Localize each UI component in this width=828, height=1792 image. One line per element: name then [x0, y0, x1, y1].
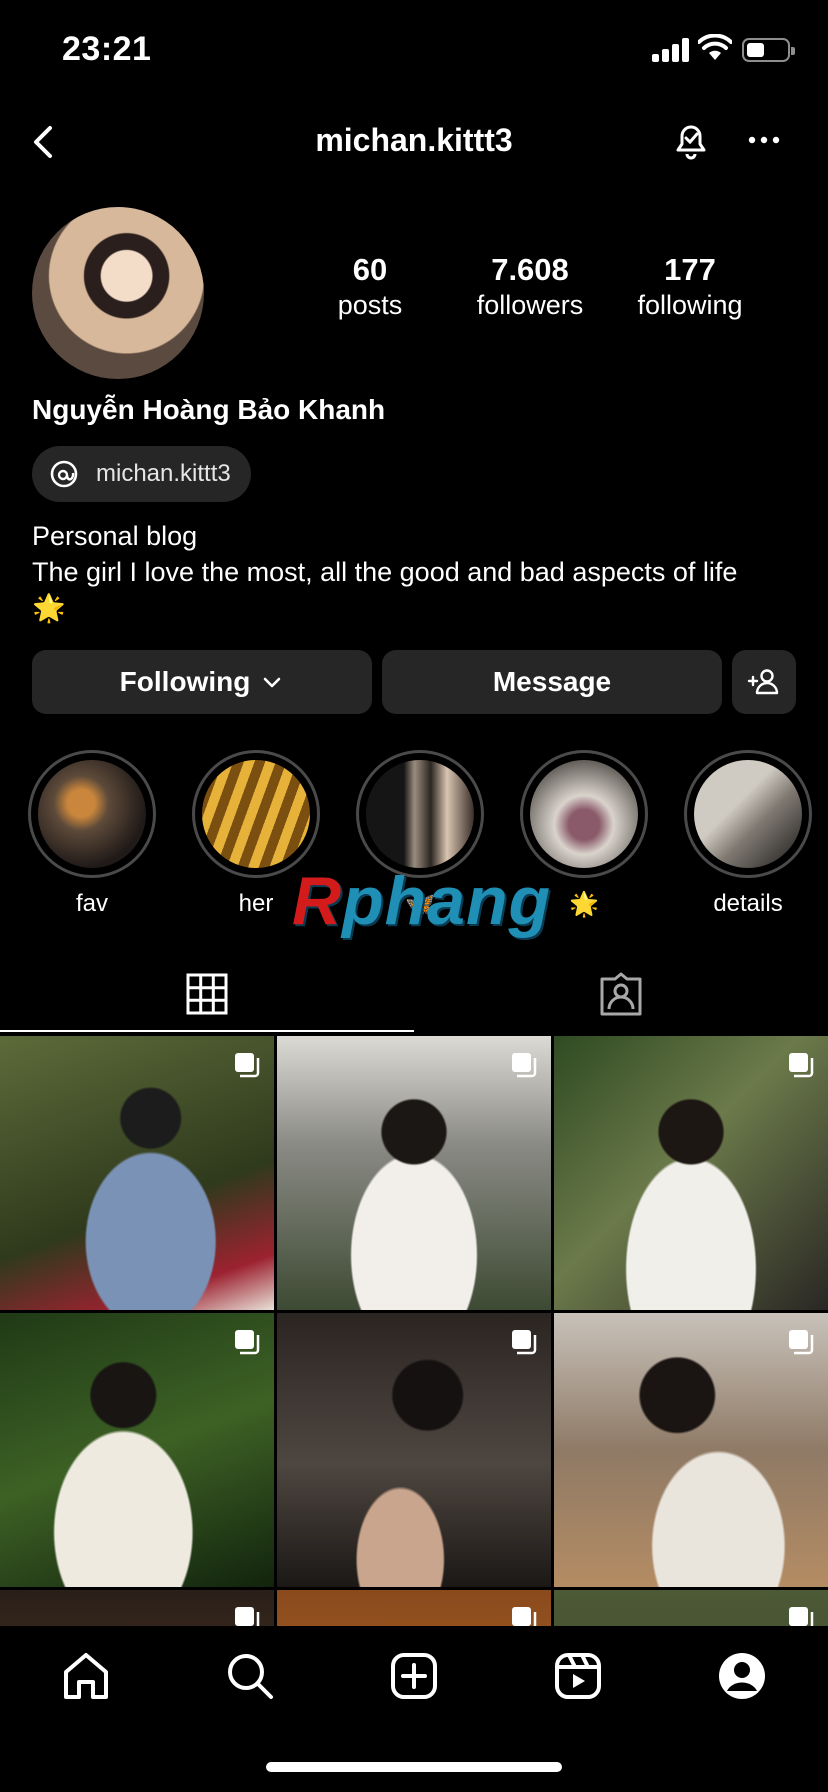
bio-line: The girl I love the most, all the good a… [32, 557, 738, 587]
suggested-users-button[interactable] [732, 650, 796, 714]
tab-posts-grid[interactable] [0, 956, 414, 1032]
home-indicator [266, 1762, 562, 1772]
post-thumbnail[interactable] [277, 1313, 551, 1587]
bio: Personal blog The girl I love the most, … [32, 518, 812, 626]
highlight-fav[interactable]: fav [27, 750, 157, 918]
stat-following-value: 177 [664, 252, 716, 287]
stat-posts-label: posts [337, 290, 403, 320]
add-user-icon [747, 669, 779, 695]
reels-icon[interactable] [552, 1650, 604, 1702]
posts-grid-icon [186, 973, 228, 1015]
threads-link[interactable]: michan.kittt3 [32, 446, 251, 502]
post-thumbnail[interactable] [0, 1590, 274, 1626]
carousel-icon [235, 1053, 260, 1078]
carousel-icon [789, 1330, 814, 1355]
post-thumbnail[interactable] [0, 1313, 274, 1587]
home-icon[interactable] [60, 1650, 112, 1702]
profile-header: michan.kittt3 [0, 110, 828, 172]
stat-following-label: following [637, 290, 743, 320]
carousel-icon [789, 1607, 814, 1626]
post-thumbnail[interactable] [0, 1036, 274, 1310]
tagged-icon [600, 972, 642, 1016]
profile-icon[interactable] [716, 1650, 768, 1702]
battery-icon [742, 38, 795, 62]
display-name: Nguyễn Hoàng Bảo Khanh [32, 394, 386, 425]
chevron-down-icon [264, 677, 281, 688]
highlight-label: fav [75, 890, 108, 917]
stat-followers-value: 7.608 [491, 252, 569, 287]
stat-followers-label: followers [476, 290, 584, 320]
notification-bell-icon[interactable] [668, 118, 714, 164]
avatar[interactable] [32, 207, 204, 379]
highlight-label: details [713, 890, 783, 917]
status-time: 23:21 [62, 30, 152, 68]
carousel-icon [512, 1607, 537, 1626]
stat-posts[interactable]: 60 posts [300, 252, 440, 321]
post-thumbnail[interactable] [554, 1590, 828, 1626]
status-bar: 23:21 [0, 0, 828, 100]
threads-handle: michan.kittt3 [96, 460, 231, 487]
profile-stats: 60 posts 7.608 followers 177 following [300, 252, 800, 332]
bio-line: Personal blog [32, 521, 198, 551]
carousel-icon [512, 1330, 537, 1355]
battery-level [747, 43, 765, 57]
post-thumbnail[interactable] [554, 1036, 828, 1310]
post-thumbnail[interactable] [277, 1036, 551, 1310]
posts-grid [0, 1036, 828, 1626]
signal-icon [652, 38, 692, 62]
watermark-logo: Rphang [292, 863, 552, 939]
stat-followers[interactable]: 7.608 followers [460, 252, 600, 321]
stat-posts-value: 60 [352, 252, 388, 287]
wifi-icon [698, 34, 732, 60]
highlight-details[interactable]: details [683, 750, 813, 918]
search-icon[interactable] [224, 1650, 276, 1702]
bio-emoji: 🌟 [32, 593, 66, 623]
post-thumbnail[interactable] [554, 1313, 828, 1587]
active-tab-indicator [0, 1030, 414, 1032]
more-options-icon[interactable] [744, 120, 784, 160]
threads-icon [50, 460, 78, 488]
stat-following[interactable]: 177 following [620, 252, 760, 321]
message-button-label: Message [492, 666, 612, 697]
carousel-icon [789, 1053, 814, 1078]
tab-tagged[interactable] [414, 956, 828, 1032]
carousel-icon [512, 1053, 537, 1078]
following-button-label: Following [119, 666, 251, 697]
carousel-icon [235, 1330, 260, 1355]
message-button[interactable]: Message [382, 650, 722, 714]
following-button[interactable]: Following [32, 650, 372, 714]
create-icon[interactable] [388, 1650, 440, 1702]
post-thumbnail[interactable] [277, 1590, 551, 1626]
carousel-icon [235, 1607, 260, 1626]
